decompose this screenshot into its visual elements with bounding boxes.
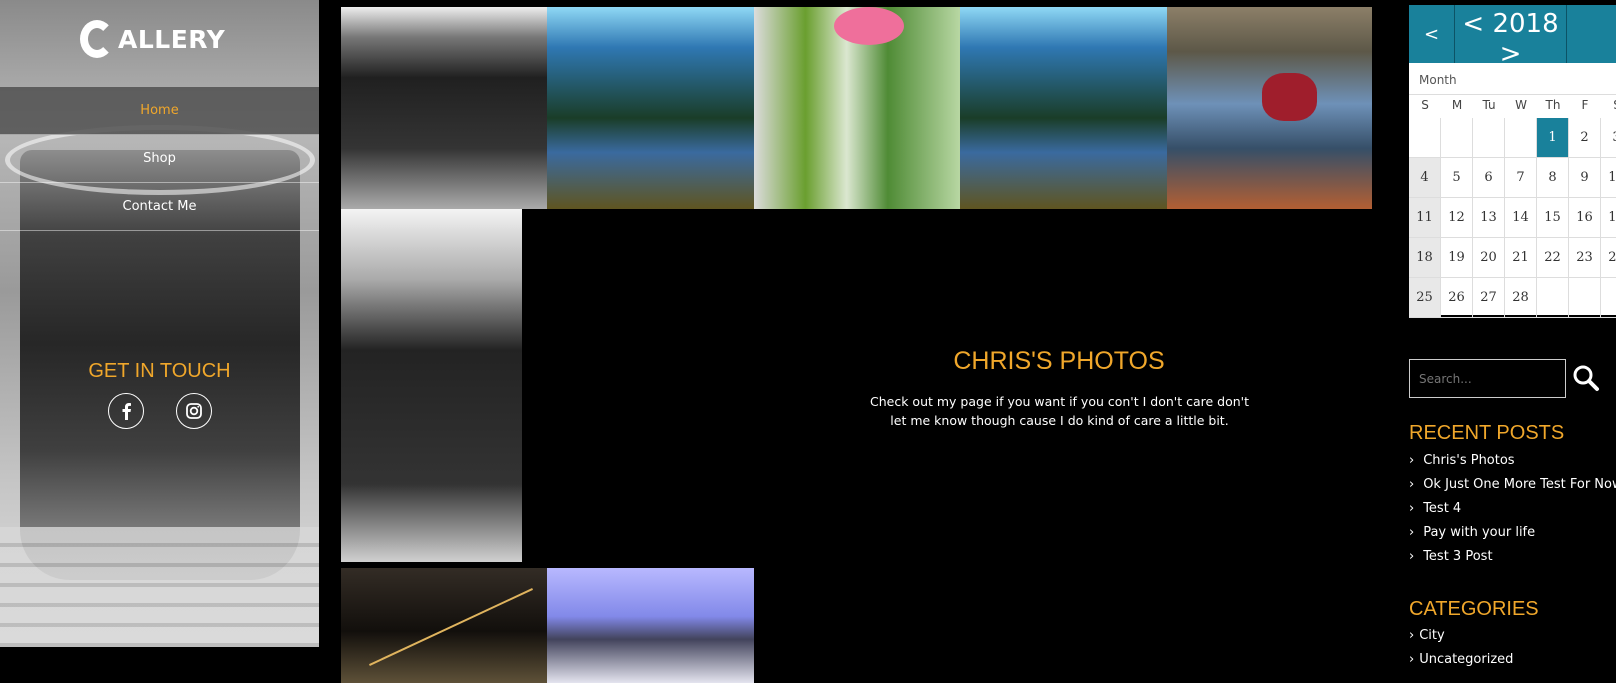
gallery-image-gymnast[interactable] <box>1167 7 1372 209</box>
nav-item-home[interactable]: Home <box>0 87 319 135</box>
post-excerpt: Check out my page if you want if you con… <box>870 394 1249 428</box>
recent-post-link[interactable]: Ok Just One More Test For Now <box>1409 473 1616 497</box>
calendar-empty-cell <box>1505 118 1537 158</box>
search-icon[interactable] <box>1572 364 1602 394</box>
calendar-day[interactable]: 1 <box>1537 118 1569 158</box>
calendar-day[interactable]: 12 <box>1441 198 1473 238</box>
calendar-day[interactable]: 17 <box>1601 198 1616 238</box>
recent-post-link[interactable]: Test 3 Post <box>1409 545 1616 569</box>
calendar-day[interactable]: 22 <box>1537 238 1569 278</box>
recent-posts-title: RECENT POSTS <box>1409 422 1565 444</box>
calendar-day[interactable]: 27 <box>1473 278 1505 318</box>
calendar-day[interactable]: 4 <box>1409 158 1441 198</box>
gallery-image-swamp-trees-2[interactable] <box>960 7 1167 209</box>
recent-post-link[interactable]: Test 4 <box>1409 497 1616 521</box>
calendar-empty-cell <box>1601 278 1616 318</box>
weekday-label: Tu <box>1482 98 1496 112</box>
get-in-touch-heading: GET IN TOUCH <box>88 360 231 382</box>
main-navigation: Home Shop Contact Me <box>0 87 319 231</box>
calendar-day[interactable]: 8 <box>1537 158 1569 198</box>
calendar-day[interactable]: 9 <box>1569 158 1601 198</box>
calendar-prev-button[interactable]: < <box>1409 5 1455 63</box>
recent-post-link[interactable]: Pay with your life <box>1409 521 1616 545</box>
calendar-day[interactable]: 19 <box>1441 238 1473 278</box>
calendar-day[interactable]: 21 <box>1505 238 1537 278</box>
weekday-label: S <box>1421 98 1429 112</box>
gallery-image-swamp-trees[interactable] <box>547 7 754 209</box>
calendar-empty-cell <box>1569 278 1601 318</box>
calendar-day[interactable]: 24 <box>1601 238 1616 278</box>
weekday-label: Th <box>1545 98 1561 112</box>
calendar-weekdays: S M Tu W Th F S <box>1409 96 1616 114</box>
gallery-image-pink-flower[interactable] <box>754 7 960 209</box>
category-link[interactable]: City <box>1409 624 1513 648</box>
calendar-widget: < < 2018 > February Month S M Tu W Th F … <box>1409 5 1616 318</box>
calendar-view-selector[interactable]: Month <box>1409 65 1616 95</box>
calendar-day[interactable]: 26 <box>1441 278 1473 318</box>
weekday-label: M <box>1451 98 1463 112</box>
calendar-empty-cell <box>1441 118 1473 158</box>
calendar-day[interactable]: 25 <box>1409 278 1441 318</box>
calendar-day[interactable]: 28 <box>1505 278 1537 318</box>
weekday-label: W <box>1515 98 1527 112</box>
logo-text: ALLERY <box>118 24 226 54</box>
calendar-day[interactable]: 23 <box>1569 238 1601 278</box>
gallery-image-bridge-night[interactable] <box>341 568 547 683</box>
social-links <box>0 393 319 429</box>
calendar-day[interactable]: 14 <box>1505 198 1537 238</box>
weekday-label: S <box>1601 96 1616 114</box>
calendar-empty-cell <box>1537 278 1569 318</box>
recent-posts-list: Chris's Photos Ok Just One More Test For… <box>1409 449 1616 569</box>
calendar-day[interactable]: 2 <box>1569 118 1601 158</box>
gallery-image-harbor[interactable] <box>547 568 754 683</box>
sidebar: ALLERY Home Shop Contact Me GET IN TOUCH <box>0 0 319 647</box>
category-link[interactable]: Uncategorized <box>1409 648 1513 672</box>
search-input[interactable] <box>1409 359 1566 398</box>
facebook-icon[interactable] <box>107 393 144 429</box>
nav-item-contact[interactable]: Contact Me <box>0 183 319 231</box>
calendar-day[interactable]: 16 <box>1569 198 1601 238</box>
weekday-label: F <box>1581 98 1589 112</box>
calendar-empty-cell <box>1473 118 1505 158</box>
calendar-day[interactable]: 6 <box>1473 158 1505 198</box>
calendar-day[interactable]: 20 <box>1473 238 1505 278</box>
wood-planks <box>0 527 319 647</box>
gallery-image-cup-tall[interactable] <box>341 209 522 562</box>
post-title[interactable]: CHRIS'S PHOTOS <box>944 347 1174 376</box>
calendar-day[interactable]: 11 <box>1409 198 1441 238</box>
calendar-title: < 2018 > February <box>1455 5 1567 85</box>
gallery-image-cup[interactable] <box>341 7 547 209</box>
calendar-day[interactable]: 13 <box>1473 198 1505 238</box>
calendar-grid: 1234567891011121314151617181920212223242… <box>1409 118 1616 318</box>
instagram-icon[interactable] <box>175 393 212 429</box>
recent-post-link[interactable]: Chris's Photos <box>1409 449 1616 473</box>
categories-title: CATEGORIES <box>1409 598 1539 620</box>
calendar-day[interactable]: 15 <box>1537 198 1569 238</box>
calendar-day[interactable]: 10 <box>1601 158 1616 198</box>
calendar-day[interactable]: 3 <box>1601 118 1616 158</box>
calendar-day[interactable]: 18 <box>1409 238 1441 278</box>
calendar-year[interactable]: < 2018 > <box>1455 9 1566 69</box>
logo[interactable]: ALLERY <box>80 18 225 60</box>
nav-item-shop[interactable]: Shop <box>0 135 319 183</box>
calendar-day[interactable]: 5 <box>1441 158 1473 198</box>
calendar-day[interactable]: 7 <box>1505 158 1537 198</box>
logo-g-mark <box>80 20 114 58</box>
calendar-header: < < 2018 > February <box>1409 5 1616 85</box>
calendar-empty-cell <box>1409 118 1441 158</box>
categories-list: City Uncategorized <box>1409 624 1513 672</box>
get-in-touch: GET IN TOUCH <box>0 360 319 429</box>
